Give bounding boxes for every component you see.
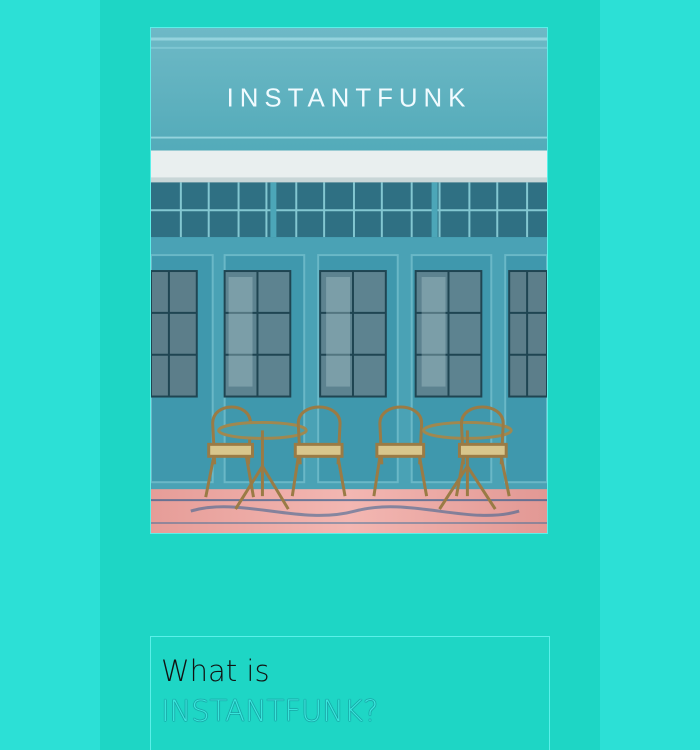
sign-text: INSTANTFUNK [227, 85, 472, 113]
hero-image: INSTANTFUNK [150, 27, 548, 534]
intro-heading-brand: INSTANTFUNK? [161, 694, 379, 728]
page: INSTANTFUNK What is INSTANTFUNK? [0, 0, 700, 750]
transom-post [431, 182, 438, 238]
intro-heading-prefix: What is [161, 654, 270, 688]
awning-edge [151, 177, 547, 183]
intro-heading: What is INSTANTFUNK? [161, 651, 378, 731]
intro-card: What is INSTANTFUNK? [150, 636, 550, 750]
transom-post [270, 182, 277, 238]
storefront-illustration: INSTANTFUNK [151, 28, 547, 533]
